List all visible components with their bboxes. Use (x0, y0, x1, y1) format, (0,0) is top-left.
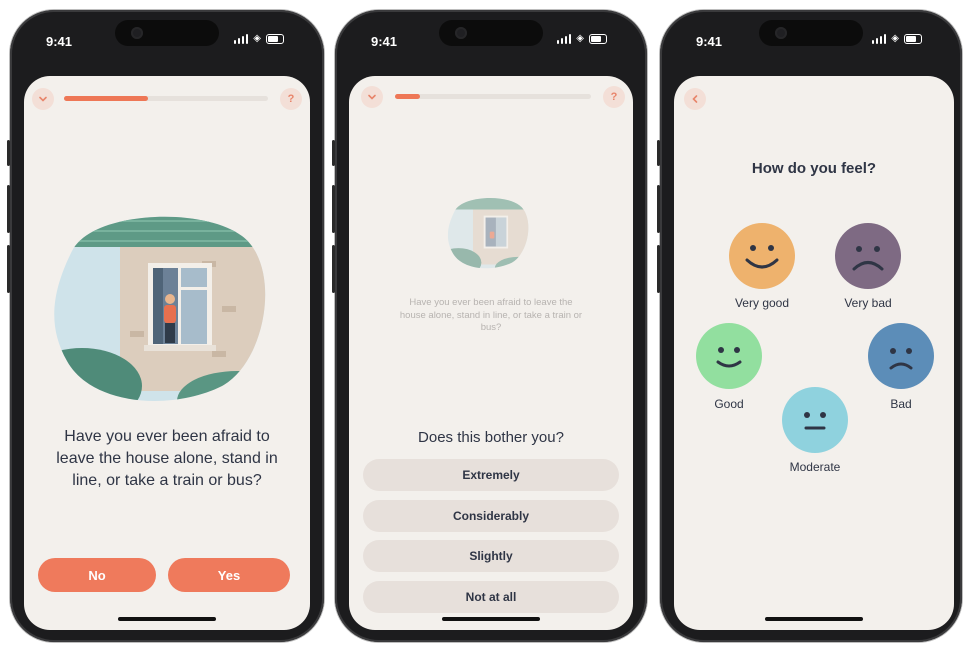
question-text: Have you ever been afraid to leave the h… (56, 428, 278, 489)
moderate-emoji-icon[interactable] (781, 386, 849, 454)
side-button (7, 185, 10, 233)
bad-emoji-icon[interactable] (867, 322, 935, 390)
progress-bar (64, 96, 268, 101)
side-button (657, 185, 660, 233)
side-button (332, 185, 335, 233)
mood-label-moderate: Moderate (789, 460, 841, 474)
signal-icon (556, 34, 572, 44)
question-icon[interactable]: ? (603, 86, 625, 108)
home-indicator (118, 617, 216, 621)
option-considerably[interactable]: Considerably (363, 500, 619, 532)
status-icons: ◈ (556, 33, 607, 44)
screen-mood: How do you feel? Very good Very bad Good (674, 76, 954, 630)
very-bad-emoji-icon[interactable] (834, 222, 902, 290)
notch (759, 20, 863, 46)
camera (455, 27, 467, 39)
camera (775, 27, 787, 39)
status-time: 9:41 (696, 34, 723, 49)
phone-frame-1: 9:41 ◈ ? Have you ever been afraid to le… (7, 10, 324, 642)
progress-bar (395, 94, 591, 99)
side-button (332, 245, 335, 293)
mood-label-good: Good (714, 397, 744, 411)
house-window-illustration (54, 216, 266, 401)
previous-question-text: Have you ever been afraid to leave the h… (399, 297, 583, 333)
mood-label-bad: Bad (890, 397, 912, 411)
camera (131, 27, 143, 39)
mood-title: How do you feel? (751, 160, 877, 177)
wifi-icon: ◈ (576, 33, 584, 44)
phone-frame-3: 9:41 ◈ How do you feel? Very good Very b… (657, 10, 962, 642)
notch (439, 20, 543, 46)
status-time: 9:41 (371, 34, 398, 49)
side-button (7, 140, 10, 166)
option-slightly[interactable]: Slightly (363, 540, 619, 572)
home-indicator (765, 617, 863, 621)
side-button (332, 140, 335, 166)
side-button (657, 245, 660, 293)
home-indicator (442, 617, 540, 621)
battery-icon (589, 34, 607, 44)
option-extremely[interactable]: Extremely (363, 459, 619, 491)
chevron-down-icon[interactable] (361, 86, 383, 108)
question-icon[interactable]: ? (280, 88, 302, 110)
progress-fill (395, 94, 421, 99)
no-button[interactable]: No (38, 558, 156, 592)
battery-icon (904, 34, 922, 44)
status-icons: ◈ (233, 33, 284, 44)
mood-label-very-good: Very good (734, 296, 790, 310)
signal-icon (871, 34, 887, 44)
chevron-left-icon[interactable] (684, 88, 706, 110)
notch (115, 20, 219, 46)
wifi-icon: ◈ (253, 33, 261, 44)
screen-bother: ? Have you ever been afraid to leave the… (349, 76, 633, 630)
house-window-illustration-small (447, 197, 529, 269)
wifi-icon: ◈ (891, 33, 899, 44)
chevron-down-icon[interactable] (32, 88, 54, 110)
question-text: Does this bother you? (418, 429, 564, 446)
signal-icon (233, 34, 249, 44)
good-emoji-icon[interactable] (695, 322, 763, 390)
option-not-at-all[interactable]: Not at all (363, 581, 619, 613)
side-button (657, 140, 660, 166)
status-icons: ◈ (871, 33, 922, 44)
yes-button[interactable]: Yes (168, 558, 290, 592)
mood-label-very-bad: Very bad (844, 296, 892, 310)
progress-fill (64, 96, 148, 101)
screen-question: ? Have you ever been afraid to leave the… (24, 76, 310, 630)
phone-frame-2: 9:41 ◈ ? Have you ever been afraid to le… (332, 10, 647, 642)
side-button (7, 245, 10, 293)
very-good-emoji-icon[interactable] (728, 222, 796, 290)
status-time: 9:41 (46, 34, 73, 49)
battery-icon (266, 34, 284, 44)
